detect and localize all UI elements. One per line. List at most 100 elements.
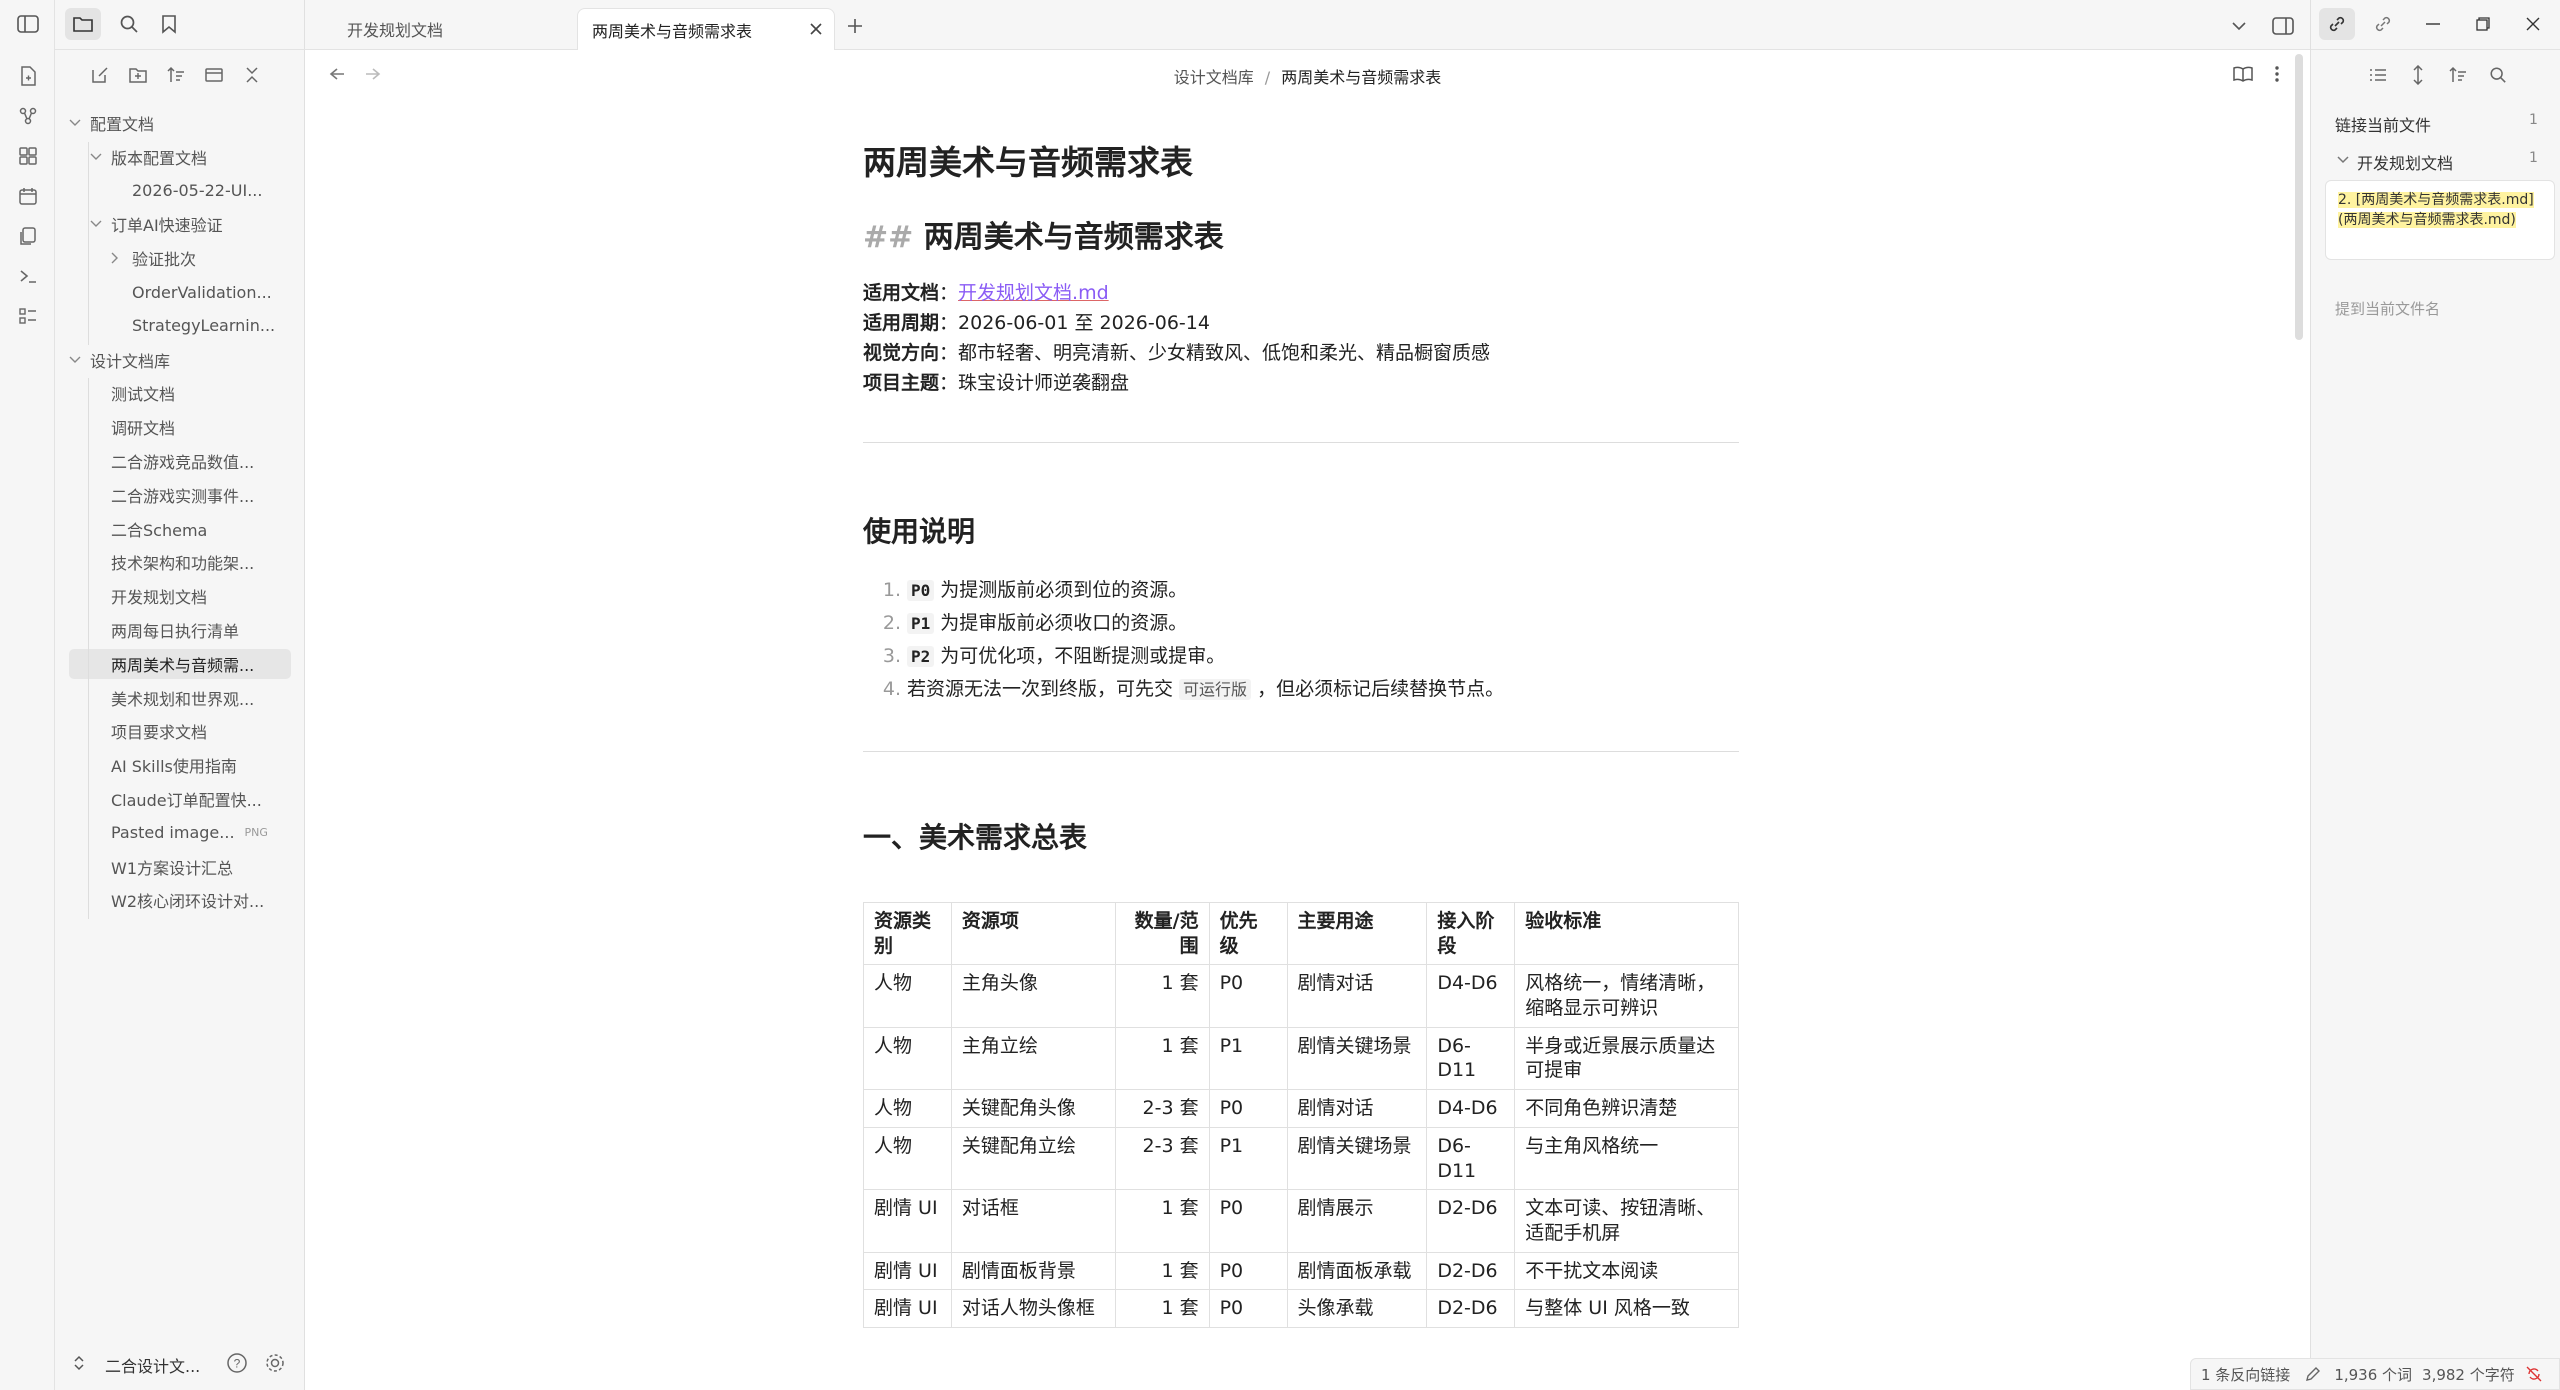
tree-file[interactable]: 二合游戏实测事件... <box>69 480 291 510</box>
tree-folder[interactable]: 配置文档 <box>69 108 291 138</box>
chevron-down-icon[interactable] <box>2333 150 2353 170</box>
tree-file[interactable]: Pasted image... PNG <box>69 818 291 848</box>
tree-file[interactable]: W2核心闭环设计对... <box>69 885 291 915</box>
table-cell[interactable]: 头像承载 <box>1286 1289 1428 1328</box>
table-cell[interactable]: 主角立绘 <box>950 1026 1116 1091</box>
table-cell[interactable]: P0 <box>1208 1189 1288 1253</box>
window-close-icon[interactable] <box>2517 8 2549 40</box>
table-cell[interactable]: 关键配角立绘 <box>950 1126 1116 1191</box>
table-cell[interactable]: 与整体 UI 风格一致 <box>1514 1289 1739 1328</box>
table-cell[interactable]: 剧情对话 <box>1286 964 1428 1028</box>
table-cell[interactable]: 2-3 套 <box>1114 1089 1210 1128</box>
table-cell[interactable]: 剧情 UI <box>863 1289 952 1328</box>
breadcrumb-file[interactable]: 两周美术与音频需求表 <box>1281 68 1441 87</box>
outgoing-links-icon[interactable] <box>2367 8 2399 40</box>
chevron-down-icon[interactable] <box>2225 12 2253 40</box>
more-options-icon[interactable] <box>2265 60 2289 88</box>
sidebar-toggle-icon[interactable] <box>0 4 55 44</box>
tree-folder[interactable]: 验证批次 <box>69 243 291 273</box>
new-note-icon[interactable] <box>85 60 115 90</box>
tree-folder[interactable]: 版本配置文档 <box>69 142 291 172</box>
table-cell[interactable]: 剧情关键场景 <box>1286 1126 1428 1191</box>
tab-art-audio[interactable]: 两周美术与音频需求表 <box>577 8 835 50</box>
table-cell[interactable]: 1 套 <box>1114 1251 1210 1291</box>
reading-mode-icon[interactable] <box>2229 60 2257 88</box>
tree-file[interactable]: 调研文档 <box>69 412 291 442</box>
list-item[interactable]: 4. 若资源无法一次到终版，可先交 可运行版 ，但必须标记后续替换节点。 <box>863 673 1504 706</box>
gear-icon[interactable] <box>263 1351 287 1375</box>
inline-title[interactable]: 两周美术与音频需求表 <box>863 136 1193 184</box>
table-cell[interactable]: 与主角风格统一 <box>1514 1126 1739 1191</box>
minimize-icon[interactable] <box>2417 8 2449 40</box>
tree-file[interactable]: W1方案设计汇总 <box>69 852 291 882</box>
table-cell[interactable]: 主角头像 <box>950 964 1116 1028</box>
table-cell[interactable]: D4-D6 <box>1426 964 1516 1028</box>
property-row[interactable]: 视觉方向：都市轻奢、明亮清新、少女精致风、低饱和柔光、精品橱窗质感 <box>863 338 1490 368</box>
folder-icon[interactable] <box>65 8 101 40</box>
table-cell[interactable]: 不同角色辨识清楚 <box>1514 1089 1739 1128</box>
tree-file[interactable]: 二合游戏竞品数值... <box>69 446 291 476</box>
tree-file[interactable]: 两周每日执行清单 <box>69 615 291 645</box>
table-cell[interactable]: 对话框 <box>950 1189 1116 1253</box>
tree-file[interactable]: Claude订单配置快... <box>69 784 291 814</box>
table-cell[interactable]: 1 套 <box>1114 1026 1210 1091</box>
sort-icon[interactable] <box>161 60 191 90</box>
table-cell[interactable]: D4-D6 <box>1426 1089 1516 1128</box>
tree-file[interactable]: 美术规划和世界观... <box>69 683 291 713</box>
chevron-right-icon[interactable] <box>111 252 129 264</box>
table-cell[interactable]: 剧情 UI <box>863 1189 952 1253</box>
command-palette-icon[interactable] <box>0 296 55 336</box>
table-cell[interactable]: D2-D6 <box>1426 1251 1516 1291</box>
table-cell[interactable]: P0 <box>1208 1289 1288 1328</box>
list-item[interactable]: 2. P1 为提审版前必须收口的资源。 <box>863 607 1504 640</box>
help-icon[interactable]: ? <box>225 1351 249 1375</box>
property-value[interactable]: 开发规划文档.md <box>958 282 1109 304</box>
table-cell[interactable]: P1 <box>1208 1126 1288 1191</box>
table-cell[interactable]: 对话人物头像框 <box>950 1289 1116 1328</box>
unlinked-mentions-title[interactable]: 提到当前文件名 <box>2335 298 2440 319</box>
property-row[interactable]: 适用周期：2026-06-01 至 2026-06-14 <box>863 308 1490 338</box>
chevron-down-icon[interactable] <box>90 220 108 228</box>
table-cell[interactable]: 文本可读、按钮清晰、适配手机屏 <box>1514 1189 1739 1253</box>
table-cell[interactable]: P0 <box>1208 964 1288 1028</box>
table-cell[interactable]: 1 套 <box>1114 1189 1210 1253</box>
table-header-cell[interactable]: 资源类别 <box>863 901 952 966</box>
scrollbar[interactable] <box>2295 54 2303 340</box>
tree-file[interactable]: 2026-05-22-UI... <box>69 176 291 206</box>
table-cell[interactable]: D2-D6 <box>1426 1189 1516 1253</box>
terminal-icon[interactable] <box>0 256 55 296</box>
table-cell[interactable]: 1 套 <box>1114 1289 1210 1328</box>
table-header-cell[interactable]: 验收标准 <box>1514 901 1739 966</box>
table-cell[interactable]: 剧情 UI <box>863 1251 952 1291</box>
table-cell[interactable]: 剧情关键场景 <box>1286 1026 1428 1091</box>
tree-file[interactable]: 二合Schema <box>69 514 291 544</box>
restore-icon[interactable] <box>2467 8 2499 40</box>
table-header-cell[interactable]: 资源项 <box>950 901 1116 966</box>
property-row[interactable]: 项目主题：珠宝设计师逆袭翻盘 <box>863 368 1490 398</box>
table-cell[interactable]: 人物 <box>863 1026 952 1091</box>
backlinks-icon[interactable] <box>2319 8 2355 40</box>
new-note-icon[interactable] <box>0 56 55 96</box>
calendar-icon[interactable] <box>0 176 55 216</box>
table-cell[interactable]: 剧情对话 <box>1286 1089 1428 1128</box>
tab-dev-plan[interactable]: 开发规划文档 <box>313 8 573 50</box>
table-cell[interactable]: D2-D6 <box>1426 1289 1516 1328</box>
table-header-cell[interactable]: 主要用途 <box>1286 901 1428 966</box>
list-item[interactable]: 3. P2 为可优化项，不阻断提测或提审。 <box>863 640 1504 673</box>
table-cell[interactable]: 人物 <box>863 1089 952 1128</box>
sort-icon[interactable] <box>2443 60 2473 90</box>
chevron-down-icon[interactable] <box>90 153 108 161</box>
close-icon[interactable] <box>806 19 826 39</box>
backlink-source[interactable]: 开发规划文档 <box>2357 150 2453 174</box>
bookmark-icon[interactable] <box>153 8 185 40</box>
graph-icon[interactable] <box>0 96 55 136</box>
search-icon[interactable] <box>113 8 145 40</box>
table-cell[interactable]: 2-3 套 <box>1114 1126 1210 1191</box>
chevron-down-icon[interactable] <box>69 119 87 127</box>
table-cell[interactable]: 剧情面板背景 <box>950 1251 1116 1291</box>
tree-file[interactable]: StrategyLearnin... <box>69 311 291 341</box>
table-header-cell[interactable]: 优先级 <box>1208 901 1288 966</box>
table-cell[interactable]: 人物 <box>863 964 952 1028</box>
table-cell[interactable]: D6-D11 <box>1426 1026 1516 1091</box>
right-sidebar-toggle-icon[interactable] <box>2267 12 2299 40</box>
